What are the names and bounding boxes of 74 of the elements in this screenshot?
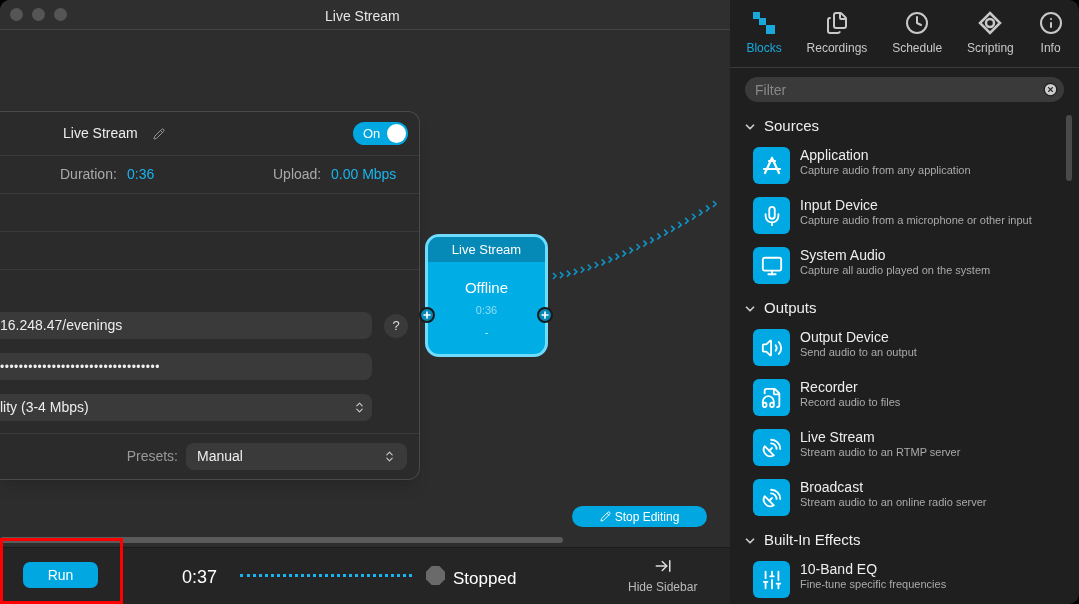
sliders-icon — [760, 568, 783, 591]
block-item[interactable]: Input Device Capture audio from a microphone or other input — [753, 197, 1053, 234]
stream-key-field[interactable]: •••••••••••••••••••••••••••••••••• — [0, 353, 372, 380]
duration-label: Duration: — [60, 165, 117, 184]
upload-value: 0.00 Mbps — [331, 165, 397, 184]
block-description: Capture all audio played on the system — [800, 263, 991, 277]
monitor-icon — [760, 254, 783, 277]
sidebar-scrollbar[interactable] — [1066, 115, 1072, 181]
elapsed-time: 0:37 — [182, 566, 218, 589]
node-detail: - — [484, 325, 489, 340]
block-name: Input Device — [800, 197, 879, 213]
node-time: 0:36 — [475, 302, 498, 318]
files-icon — [824, 10, 849, 35]
quality-select[interactable]: lity (3-4 Mbps) — [0, 394, 372, 421]
clear-icon[interactable] — [1043, 82, 1058, 97]
block-item[interactable]: Broadcast Stream audio to an online radio server — [753, 479, 1053, 516]
up-down-chevron-icon — [383, 450, 396, 463]
sidebar-tab[interactable]: Schedule — [892, 10, 943, 57]
block-item[interactable]: Application Capture audio from any application — [753, 147, 1053, 184]
sidebar-tab[interactable]: Blocks — [746, 10, 782, 57]
node-title: Live Stream — [451, 240, 522, 259]
clock-icon — [905, 10, 930, 35]
upload-label: Upload: — [273, 165, 322, 184]
file-icon — [760, 386, 783, 409]
diamond-icon — [978, 10, 1003, 35]
duration-value: 0:36 — [127, 165, 155, 184]
block-item[interactable]: 10-Band EQ Fine-tune specific frequencies — [753, 561, 1053, 598]
presets-label: Presets: — [126, 447, 178, 466]
server-url-field[interactable]: 16.248.47/evenings — [0, 312, 372, 339]
block-name: Recorder — [800, 379, 859, 395]
sidebar-tab[interactable]: Info — [1038, 10, 1063, 57]
satellite-dish-icon — [760, 486, 783, 509]
block-item[interactable]: Output Device Send audio to an output — [753, 329, 1053, 366]
section-title: Outputs — [764, 298, 817, 319]
sidebar-tab[interactable]: Recordings — [806, 10, 868, 57]
section-title: Sources — [764, 116, 820, 137]
block-description: Record audio to files — [800, 395, 901, 409]
sidebar-tab[interactable]: Scripting — [967, 10, 1014, 57]
pencil-icon — [599, 511, 611, 522]
pencil-icon[interactable] — [153, 127, 165, 140]
window-title: Live Stream — [325, 7, 400, 26]
block-description: Stream audio to an RTMP server — [800, 445, 961, 459]
node-status: Offline — [464, 278, 509, 298]
live-stream-node[interactable]: Live Stream Offline 0:36 - — [425, 234, 548, 357]
output-port-icon[interactable] — [537, 307, 553, 323]
scrollbar[interactable] — [0, 537, 563, 543]
block-item[interactable]: System Audio Capture all audio played on the system — [753, 247, 1053, 284]
hide-sidebar-button[interactable]: Hide Sidebar — [628, 557, 698, 596]
block-name: System Audio — [800, 247, 887, 263]
filter-field[interactable]: Filter — [745, 77, 1064, 102]
satellite-dish-icon — [760, 436, 783, 459]
pencil-ruler-icon — [760, 154, 783, 177]
panel-title: Live Stream — [63, 124, 138, 143]
block-description: Capture audio from a microphone or other input — [800, 213, 1032, 227]
arrow-to-line-icon — [653, 557, 672, 575]
block-description: Stream audio to an online radio server — [800, 495, 987, 509]
block-name: Broadcast — [800, 479, 865, 495]
info-icon — [1038, 10, 1063, 35]
section-title: Built-In Effects — [764, 530, 861, 551]
block-item[interactable]: Live Stream Stream audio to an RTMP server — [753, 429, 1053, 466]
up-down-chevron-icon — [353, 401, 366, 414]
block-name: Application — [800, 147, 870, 163]
stop-icon — [426, 566, 445, 585]
block-name: Output Device — [800, 329, 890, 345]
blocks-icon — [752, 10, 777, 35]
block-name: 10-Band EQ — [800, 561, 879, 577]
help-button[interactable]: ? — [384, 313, 408, 338]
block-description: Capture audio from any application — [800, 163, 971, 177]
block-name: Live Stream — [800, 429, 876, 445]
presets-select[interactable]: Manual — [186, 443, 407, 470]
status-text: Stopped — [453, 568, 517, 590]
block-description: Fine-tune specific frequencies — [800, 577, 947, 591]
block-item[interactable]: Recorder Record audio to files — [753, 379, 1053, 416]
block-description: Send audio to an output — [800, 345, 917, 359]
